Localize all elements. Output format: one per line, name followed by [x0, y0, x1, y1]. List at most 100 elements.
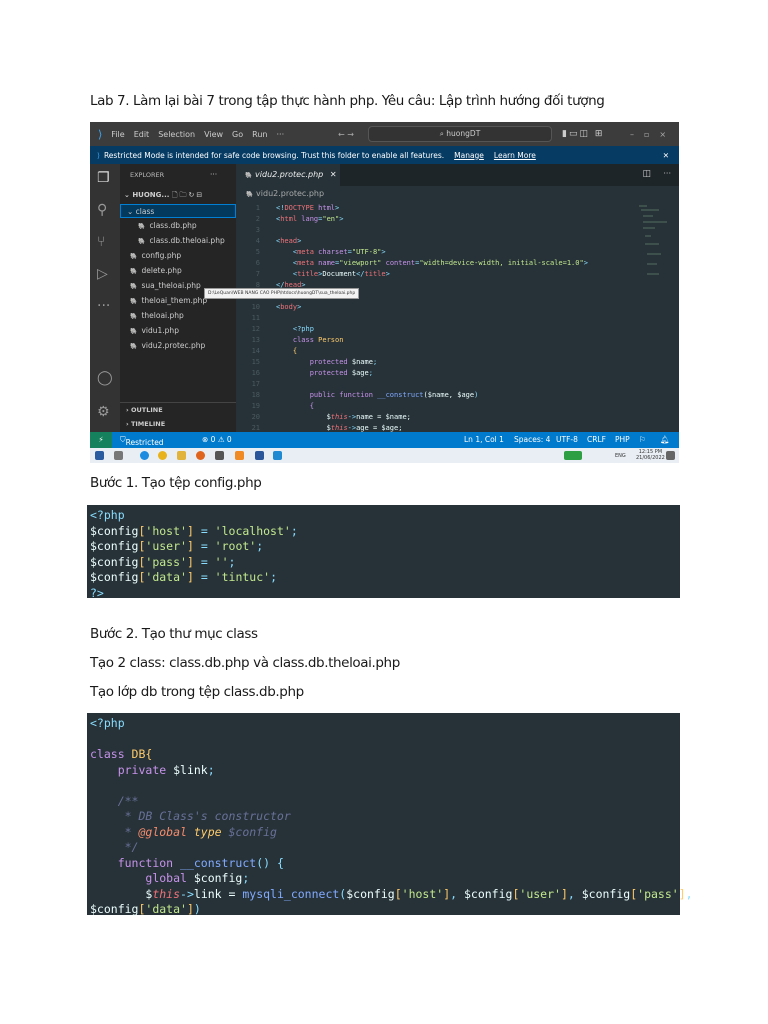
indentation-status[interactable]: Spaces: 4	[514, 435, 550, 444]
account-icon[interactable]: ◯	[97, 370, 113, 386]
tree-item[interactable]: 🐘 vidu2.protec.php	[130, 339, 205, 353]
tree-item[interactable]: 🐘 theloai.php	[130, 309, 184, 323]
tab-close-icon[interactable]: ✕	[330, 170, 337, 179]
language-status[interactable]: PHP	[615, 435, 630, 444]
file-path-tooltip: D:\LeQuan\WEB NANG CAO PHP\htdocs\huongD…	[204, 288, 360, 299]
tab-vidu2-protec[interactable]: 🐘 vidu2.protec.php ✕	[236, 164, 340, 186]
notifications-bell-icon[interactable]: 🔔︎	[660, 435, 670, 444]
file-explorer-icon[interactable]	[177, 451, 186, 460]
chat-icon[interactable]	[215, 451, 224, 460]
input-language[interactable]: ENG	[615, 453, 626, 459]
code-token: "viewport"	[339, 259, 382, 267]
command-center-search[interactable]: ⌕ huongDT	[368, 126, 552, 142]
code-token: ]	[678, 886, 686, 901]
search-icon[interactable]: ⚲	[97, 202, 107, 218]
tree-item[interactable]: 🐘 class.db.php	[138, 219, 197, 233]
workspace-root[interactable]: ⌄ HUONG... 🗋🗀↻⊟	[124, 188, 204, 202]
menu-run[interactable]: Run	[252, 130, 267, 139]
menu-selection[interactable]: Selection	[158, 130, 195, 139]
vscode-screenshot: ⟩ File Edit Selection View Go Run ··· ← …	[90, 122, 679, 463]
menu-file[interactable]: File	[111, 130, 124, 139]
nav-arrows-icon[interactable]: ← →	[338, 130, 354, 139]
code-token: link =	[193, 886, 243, 901]
learn-more-link[interactable]: Learn More	[494, 151, 536, 160]
tree-item-label: class.db.php	[149, 221, 197, 230]
code-token: () {	[256, 855, 284, 870]
menu-go[interactable]: Go	[232, 130, 243, 139]
encoding-status[interactable]: UTF-8	[556, 435, 578, 444]
cursor-position[interactable]: Ln 1, Col 1	[464, 435, 504, 444]
layout-toggle-icons[interactable]: ▮▭◫ ⊞	[562, 129, 604, 139]
restricted-mode-status[interactable]: ⛉ Restricted Mode	[120, 435, 164, 456]
menu-more[interactable]: ···	[276, 130, 284, 139]
tree-item[interactable]: 🐘 theloai_them.php	[130, 294, 207, 308]
code-token: protected	[309, 369, 348, 377]
xampp-icon[interactable]	[235, 451, 244, 460]
code-line: 3	[236, 225, 280, 236]
chrome-icon[interactable]	[158, 451, 167, 460]
code-line: 2 <html lang="en">	[236, 214, 344, 225]
php-file-icon: 🐘	[245, 172, 253, 179]
explorer-action-icons[interactable]: 🗋🗀↻⊟	[172, 191, 204, 199]
code-token: 'data'	[145, 570, 187, 584]
feedback-icon[interactable]: ⚐	[639, 435, 646, 444]
word-icon[interactable]	[255, 451, 264, 460]
code-line: 12 <?php	[236, 324, 314, 335]
explorer-more-button[interactable]: ···	[210, 168, 217, 182]
code-token: ]	[186, 570, 194, 584]
code-token: ->	[180, 886, 194, 901]
code-token: ,	[450, 886, 464, 901]
code-token: name = $name;	[356, 413, 411, 421]
manage-link[interactable]: Manage	[454, 151, 484, 160]
code-token: ]	[186, 902, 194, 916]
tree-item[interactable]: 🐘 vidu1.php	[130, 324, 179, 338]
code-token: {	[309, 402, 314, 410]
edge-icon[interactable]	[140, 451, 149, 460]
code-token: <?php	[90, 716, 125, 730]
line-number: 7	[255, 270, 260, 278]
tree-item[interactable]: 🐘 class.db.theloai.php	[138, 234, 225, 248]
breadcrumb[interactable]: 🐘 vidu2.protec.php	[246, 189, 324, 198]
activity-bar: ❐ ⚲ ⑂ ▷ ··· ◯ ⚙	[90, 164, 120, 432]
code-token: title	[297, 270, 319, 278]
line-number: 17	[251, 380, 260, 388]
tree-folder-class[interactable]: ⌄ class	[120, 204, 236, 218]
code-token: 'host'	[145, 523, 187, 538]
split-editor-icon[interactable]: ◫	[642, 169, 651, 179]
menu-edit[interactable]: Edit	[134, 130, 150, 139]
menu-view[interactable]: View	[204, 130, 223, 139]
files-icon[interactable]: ❐	[97, 170, 110, 186]
code-token: ;	[270, 570, 277, 584]
more-icon[interactable]: ···	[97, 298, 110, 314]
tree-item-label: theloai_them.php	[141, 296, 208, 305]
clock[interactable]: 12:15 PM 21/06/2022	[636, 449, 665, 461]
editor-more-icon[interactable]: ···	[663, 169, 671, 178]
line-number: 11	[251, 314, 260, 322]
window-controls[interactable]: –▫×	[630, 130, 676, 139]
firefox-icon[interactable]	[196, 451, 205, 460]
run-debug-icon[interactable]: ▷	[97, 266, 108, 282]
task-view-icon[interactable]	[114, 451, 123, 460]
tree-item[interactable]: 🐘 sua_theloai.php	[130, 279, 201, 293]
outline-section[interactable]: › OUTLINE	[120, 402, 236, 416]
settings-gear-icon[interactable]: ⚙	[97, 404, 110, 420]
code-token: ->	[347, 424, 357, 432]
tab-label: vidu2.protec.php	[255, 170, 324, 179]
start-icon[interactable]	[95, 451, 104, 460]
vscode-taskbar-icon[interactable]	[273, 451, 282, 460]
remote-icon[interactable]: ⚡	[90, 432, 112, 448]
code-token: this	[330, 424, 348, 432]
eol-status[interactable]: CRLF	[587, 435, 606, 444]
notification-center-icon[interactable]	[666, 451, 675, 460]
code-token: function	[117, 855, 174, 870]
code-token: meta	[297, 248, 314, 256]
minimap[interactable]	[639, 204, 669, 284]
close-banner-icon[interactable]: ✕	[663, 151, 669, 160]
tree-item[interactable]: 🐘 delete.php	[130, 264, 182, 278]
tree-item[interactable]: 🐘 config.php	[130, 249, 181, 263]
source-control-icon[interactable]: ⑂	[97, 234, 105, 250]
problems-status[interactable]: ⊗ 0 ⚠ 0	[202, 435, 232, 444]
code-token: =	[193, 554, 215, 569]
timeline-section[interactable]: › TIMELINE	[120, 417, 236, 431]
